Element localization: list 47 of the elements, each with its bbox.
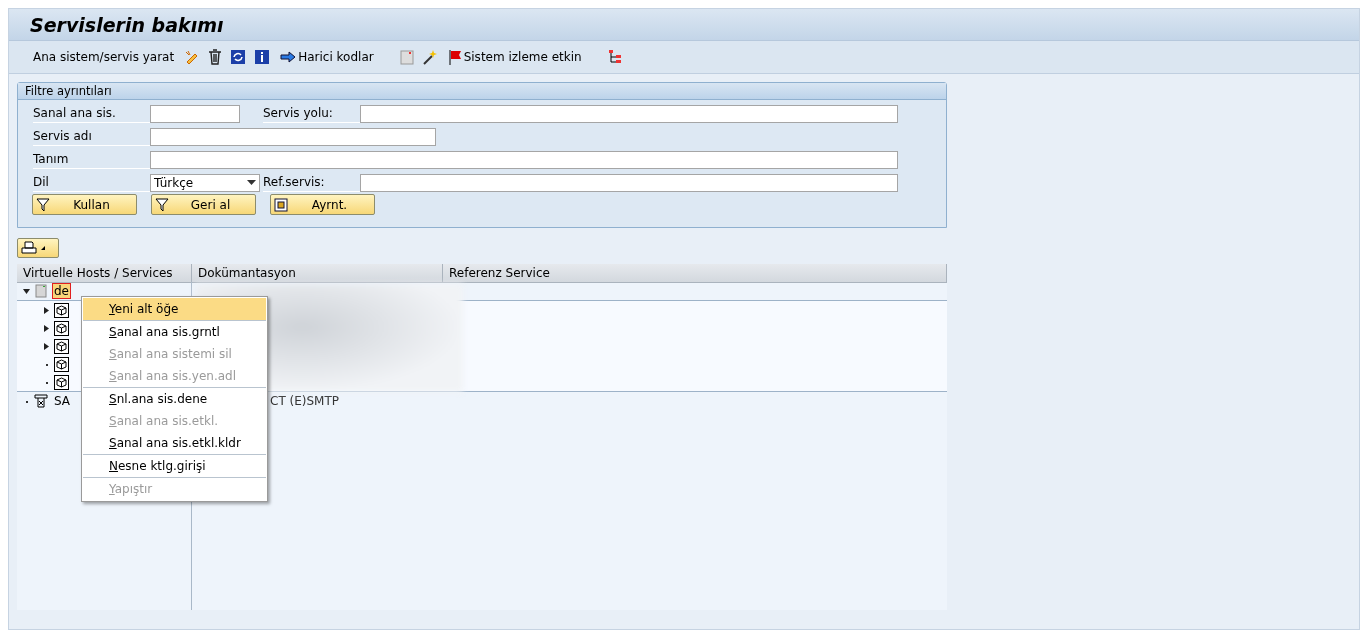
- magic-wand-icon[interactable]: [421, 49, 438, 65]
- monitoring-button[interactable]: Sistem izleme etkin: [445, 49, 584, 65]
- cube-icon: [54, 338, 69, 354]
- window-title: Servislerin bakımı: [30, 13, 224, 36]
- input-field[interactable]: [150, 127, 436, 146]
- flag-icon: [447, 49, 462, 65]
- language-dropdown[interactable]: Türkçe: [150, 173, 260, 192]
- cube-icon: [54, 320, 69, 336]
- menu-item[interactable]: Snl.ana sis.dene: [83, 388, 266, 410]
- collapsed-arrow-icon[interactable]: [43, 342, 50, 350]
- filter-icon: [36, 197, 50, 212]
- column-header[interactable]: Referenz Service: [443, 264, 947, 283]
- filter-button[interactable]: Kullan: [32, 194, 137, 215]
- panel-title: Filtre ayrıntıları: [18, 83, 946, 100]
- input-field[interactable]: [150, 150, 898, 169]
- arrow-icon: [280, 51, 297, 63]
- collapsed-arrow-icon[interactable]: [43, 324, 50, 332]
- caret-icon: [41, 246, 45, 250]
- filter-icon: [155, 197, 169, 212]
- menu-item[interactable]: Nesne ktlg.girişi: [83, 455, 266, 477]
- filter-button[interactable]: Geri al: [151, 194, 256, 215]
- external-codes-button[interactable]: Harici kodlar: [278, 50, 376, 64]
- input-field[interactable]: [360, 104, 898, 123]
- input-field[interactable]: [150, 104, 240, 123]
- menu-item[interactable]: Sanal ana sis.grntl: [83, 321, 266, 343]
- tree-node-label[interactable]: SA: [52, 393, 73, 409]
- collapsed-arrow-icon[interactable]: [43, 306, 50, 314]
- detail-icon: [274, 197, 288, 212]
- column-header[interactable]: Dokümantasyon: [192, 264, 443, 283]
- expanded-arrow-icon[interactable]: [23, 287, 30, 295]
- info-icon[interactable]: [254, 49, 271, 65]
- filter-button[interactable]: Ayrnt.: [270, 194, 375, 215]
- printer-icon: [21, 241, 37, 255]
- menu-item[interactable]: Yeni alt öğe: [83, 298, 266, 320]
- caret-icon: [247, 180, 256, 185]
- cube-icon: [54, 356, 69, 372]
- column-header[interactable]: Virtuelle Hosts / Services: [17, 264, 192, 283]
- plug-icon: [34, 394, 48, 408]
- create-button[interactable]: Ana sistem/servis yarat: [31, 50, 177, 64]
- trash-icon[interactable]: [208, 49, 223, 65]
- refresh-icon[interactable]: [230, 49, 247, 65]
- server-icon: [34, 284, 48, 298]
- tree-node-label[interactable]: de: [52, 283, 71, 299]
- menu-item[interactable]: Sanal ana sis.etkl.kldr: [83, 432, 266, 454]
- print-button[interactable]: [17, 238, 59, 258]
- input-field[interactable]: [360, 173, 898, 192]
- hierarchy-icon[interactable]: [607, 49, 624, 65]
